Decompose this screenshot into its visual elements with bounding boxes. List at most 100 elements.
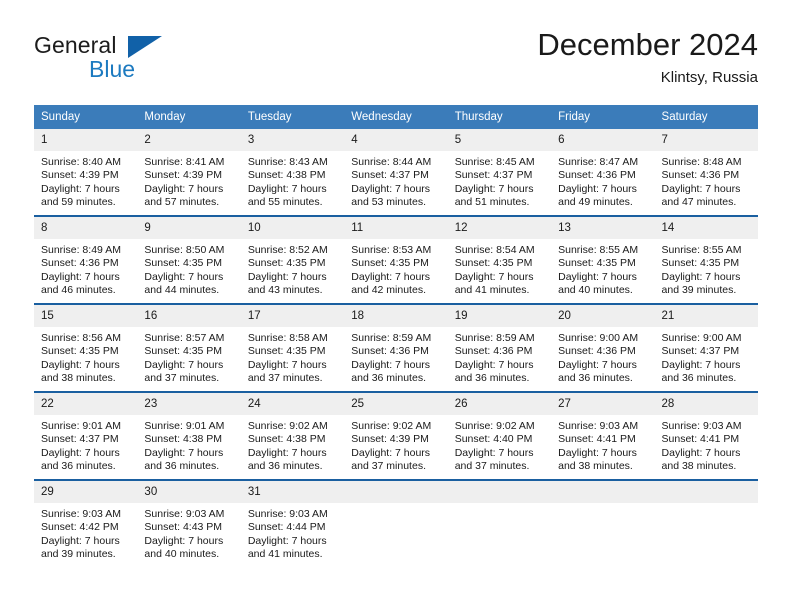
calendar-day-cell[interactable]: 5 Sunrise: 8:45 AM Sunset: 4:37 PM Daylight…	[447, 129, 552, 216]
calendar-day-cell[interactable]: 20 Sunrise: 9:00 AM Sunset: 4:36 PM Dayligh…	[551, 303, 655, 392]
day-sunset-line: Sunset: 4:38 PM	[247, 169, 326, 182]
day-daylight-line: Daylight: 7 hours	[558, 182, 637, 195]
calendar-day-cell[interactable]: 31 Sunrise: 9:03 AM Sunset: 4:44 PM Dayligh…	[240, 479, 345, 567]
calendar-day-cell[interactable]: 26 Sunrise: 9:02 AM Sunset: 4:40 PM Dayligh…	[447, 391, 552, 480]
calendar-day-cell[interactable]: 24 Sunrise: 9:02 AM Sunset: 4:38 PM Dayligh…	[240, 391, 345, 480]
day-number	[654, 481, 758, 503]
day-number: 6	[551, 129, 655, 151]
day-sunset-line: Sunset: 4:41 PM	[558, 433, 636, 446]
day-details: Sunrise: 9:01 AM Sunset: 4:37 PM Daylight:…	[34, 415, 137, 479]
day-details: Sunrise: 9:02 AM Sunset: 4:39 PM Daylight:…	[344, 415, 447, 479]
calendar-day-cell[interactable]: 27 Sunrise: 9:03 AM Sunset: 4:41 PM Dayligh…	[551, 391, 655, 480]
day-sunset-line: Sunset: 4:37 PM	[661, 345, 740, 358]
day-sunset-line: Sunset: 4:39 PM	[351, 433, 429, 446]
day-sunset-line: Sunset: 4:37 PM	[351, 169, 429, 182]
day-sunset-line: Sunset: 4:36 PM	[558, 345, 636, 358]
day-number: 24	[240, 393, 345, 415]
day-daylight-line: Daylight: 7 hours	[247, 534, 327, 547]
calendar-day-cell[interactable]: 12 Sunrise: 8:54 AM Sunset: 4:35 PM Dayligh…	[447, 215, 552, 304]
day-daylight-line: and 42 minutes.	[351, 284, 426, 297]
day-details	[551, 503, 654, 567]
calendar-day-cell[interactable]: 1 Sunrise: 8:40 AM Sunset: 4:39 PM Daylight…	[34, 129, 138, 216]
day-sunrise-line: Sunrise: 8:56 AM	[41, 332, 121, 344]
day-daylight-line: Daylight: 7 hours	[661, 358, 741, 371]
day-daylight-line: and 47 minutes.	[661, 196, 737, 209]
calendar-day-cell[interactable]: 4 Sunrise: 8:44 AM Sunset: 4:37 PM Daylight…	[344, 129, 448, 216]
calendar-day-cell[interactable]: 29 Sunrise: 9:03 AM Sunset: 4:42 PM Dayligh…	[34, 479, 138, 567]
day-daylight-line: Daylight: 7 hours	[661, 446, 741, 459]
day-details: Sunrise: 8:54 AM Sunset: 4:35 PM Daylight:…	[448, 239, 551, 303]
day-number: 22	[34, 393, 138, 415]
calendar-header-row: Sunday Monday Tuesday Wednesday Thursday…	[34, 105, 758, 129]
day-number: 25	[344, 393, 448, 415]
calendar-day-cell[interactable]: 16 Sunrise: 8:57 AM Sunset: 4:35 PM Dayligh…	[137, 303, 241, 392]
calendar-day-cell[interactable]: 3 Sunrise: 8:43 AM Sunset: 4:38 PM Daylight…	[240, 129, 345, 216]
day-sunrise-line: Sunrise: 9:01 AM	[41, 420, 121, 432]
day-daylight-line: Daylight: 7 hours	[661, 270, 741, 283]
day-daylight-line: and 44 minutes.	[144, 284, 220, 297]
day-sunrise-line: Sunrise: 8:49 AM	[41, 244, 121, 256]
calendar-day-cell[interactable]: 8 Sunrise: 8:49 AM Sunset: 4:36 PM Daylight…	[34, 215, 138, 304]
day-sunrise-line: Sunrise: 8:44 AM	[351, 156, 432, 168]
day-sunrise-line: Sunrise: 8:59 AM	[454, 332, 535, 344]
calendar-day-cell[interactable]: 25 Sunrise: 9:02 AM Sunset: 4:39 PM Dayligh…	[344, 391, 448, 480]
day-sunrise-line: Sunrise: 9:03 AM	[247, 508, 328, 520]
day-details: Sunrise: 8:59 AM Sunset: 4:36 PM Daylight:…	[344, 327, 447, 391]
day-details: Sunrise: 8:48 AM Sunset: 4:36 PM Daylight:…	[655, 151, 758, 215]
calendar-week-row: 1 Sunrise: 8:40 AM Sunset: 4:39 PM Daylight…	[34, 129, 758, 216]
day-sunset-line: Sunset: 4:36 PM	[351, 345, 429, 358]
calendar-day-cell[interactable]: 13 Sunrise: 8:55 AM Sunset: 4:35 PM Dayligh…	[551, 215, 655, 304]
day-details: Sunrise: 9:02 AM Sunset: 4:40 PM Daylight:…	[448, 415, 551, 479]
day-number: 30	[137, 481, 241, 503]
day-number	[344, 481, 448, 503]
day-sunset-line: Sunset: 4:38 PM	[144, 433, 223, 446]
day-details: Sunrise: 8:40 AM Sunset: 4:39 PM Daylight:…	[34, 151, 137, 215]
day-daylight-line: and 36 minutes.	[661, 372, 737, 385]
calendar-day-cell[interactable]: 19 Sunrise: 8:59 AM Sunset: 4:36 PM Dayligh…	[447, 303, 552, 392]
day-sunrise-line: Sunrise: 9:02 AM	[454, 420, 535, 432]
day-number: 20	[551, 305, 655, 327]
calendar-day-cell[interactable]: 11 Sunrise: 8:53 AM Sunset: 4:35 PM Dayligh…	[344, 215, 448, 304]
day-number: 8	[34, 217, 138, 239]
day-daylight-line: and 36 minutes.	[41, 460, 116, 473]
day-number: 11	[344, 217, 448, 239]
calendar-day-cell[interactable]: 18 Sunrise: 8:59 AM Sunset: 4:36 PM Dayligh…	[344, 303, 448, 392]
day-daylight-line: and 51 minutes.	[454, 196, 530, 209]
day-sunrise-line: Sunrise: 9:01 AM	[144, 420, 225, 432]
brand-name-general: General	[34, 32, 117, 58]
day-sunrise-line: Sunrise: 8:41 AM	[144, 156, 225, 168]
calendar-day-cell[interactable]: 23 Sunrise: 9:01 AM Sunset: 4:38 PM Dayligh…	[137, 391, 241, 480]
day-sunset-line: Sunset: 4:35 PM	[247, 345, 326, 358]
calendar-day-cell[interactable]: 14 Sunrise: 8:55 AM Sunset: 4:35 PM Dayligh…	[654, 215, 758, 304]
calendar-day-cell[interactable]: 7 Sunrise: 8:48 AM Sunset: 4:36 PM Daylight…	[654, 129, 758, 216]
day-details: Sunrise: 9:01 AM Sunset: 4:38 PM Daylight:…	[137, 415, 240, 479]
day-daylight-line: and 40 minutes.	[144, 548, 220, 561]
day-number: 13	[551, 217, 655, 239]
day-number: 29	[34, 481, 138, 503]
calendar-day-cell[interactable]: 17 Sunrise: 8:58 AM Sunset: 4:35 PM Dayligh…	[240, 303, 345, 392]
day-daylight-line: Daylight: 7 hours	[558, 446, 637, 459]
day-daylight-line: Daylight: 7 hours	[41, 358, 120, 371]
day-number: 23	[137, 393, 241, 415]
weekday-header-thursday: Thursday	[447, 105, 552, 129]
page-header: General Blue December 2024 Klintsy, Russ…	[34, 26, 758, 100]
calendar-day-cell[interactable]: 10 Sunrise: 8:52 AM Sunset: 4:35 PM Dayligh…	[240, 215, 345, 304]
calendar-day-cell[interactable]: 30 Sunrise: 9:03 AM Sunset: 4:43 PM Dayligh…	[137, 479, 241, 567]
calendar-day-cell[interactable]: 21 Sunrise: 9:00 AM Sunset: 4:37 PM Dayligh…	[654, 303, 758, 392]
day-daylight-line: Daylight: 7 hours	[351, 446, 431, 459]
calendar-day-cell[interactable]: 9 Sunrise: 8:50 AM Sunset: 4:35 PM Daylight…	[137, 215, 241, 304]
calendar-day-cell[interactable]: 28 Sunrise: 9:03 AM Sunset: 4:41 PM Dayligh…	[654, 391, 758, 480]
calendar-day-cell-empty	[344, 479, 448, 567]
calendar-day-cell[interactable]: 2 Sunrise: 8:41 AM Sunset: 4:39 PM Daylight…	[137, 129, 241, 216]
day-sunset-line: Sunset: 4:42 PM	[41, 521, 119, 534]
day-sunrise-line: Sunrise: 8:55 AM	[661, 244, 742, 256]
day-sunrise-line: Sunrise: 9:02 AM	[247, 420, 328, 432]
day-sunset-line: Sunset: 4:39 PM	[144, 169, 223, 182]
day-sunset-line: Sunset: 4:41 PM	[661, 433, 740, 446]
calendar-table: Sunday Monday Tuesday Wednesday Thursday…	[34, 105, 758, 567]
brand-logo[interactable]: General Blue	[34, 32, 254, 94]
calendar-day-cell[interactable]: 15 Sunrise: 8:56 AM Sunset: 4:35 PM Dayligh…	[34, 303, 138, 392]
calendar-day-cell[interactable]: 6 Sunrise: 8:47 AM Sunset: 4:36 PM Daylight…	[551, 129, 655, 216]
calendar-day-cell[interactable]: 22 Sunrise: 9:01 AM Sunset: 4:37 PM Dayligh…	[34, 391, 138, 480]
weekday-header-friday: Friday	[551, 105, 655, 129]
